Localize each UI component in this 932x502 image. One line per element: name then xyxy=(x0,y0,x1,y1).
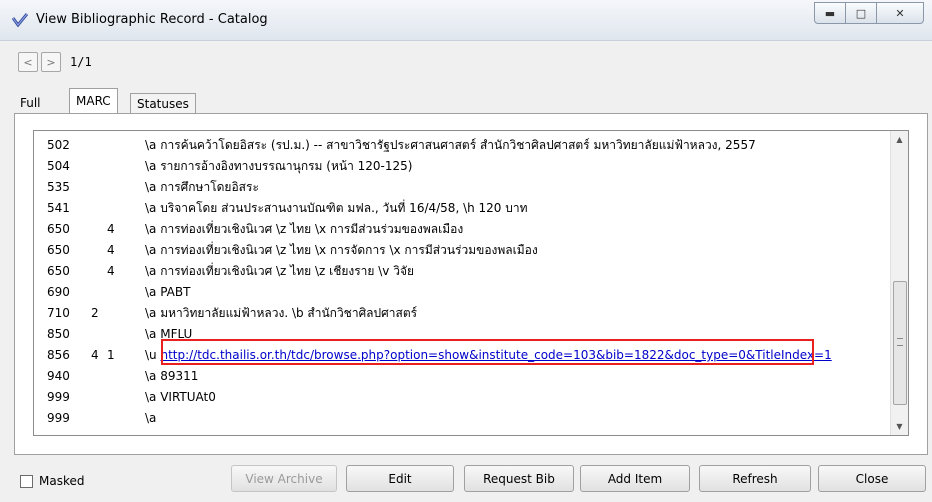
refresh-button[interactable]: Refresh xyxy=(699,465,811,492)
marc-tag: 850 xyxy=(47,327,70,341)
marc-row[interactable]: 650 4 \a การท่องเที่ยวเชิงนิเวศ \z ไทย \z … xyxy=(34,261,884,282)
edit-button[interactable]: Edit xyxy=(346,465,454,492)
window-controls: ▬ □ ✕ xyxy=(814,2,924,24)
marc-row[interactable]: 650 4 \a การท่องเที่ยวเชิงนิเวศ \z ไทย \x … xyxy=(34,219,884,240)
marc-row[interactable]: 535 \a การศึกษาโดยอิสระ xyxy=(34,177,884,198)
minimize-button[interactable]: ▬ xyxy=(814,2,846,24)
close-icon: ✕ xyxy=(895,6,905,20)
marc-indicator-2: 1 xyxy=(107,348,115,362)
triangle-down-icon: ▼ xyxy=(896,422,903,431)
marc-tag: 940 xyxy=(47,369,70,383)
window-title: View Bibliographic Record - Catalog xyxy=(36,12,268,27)
close-button[interactable]: Close xyxy=(818,465,926,492)
marc-indicator-1: 2 xyxy=(91,306,99,320)
marc-value: \a การค้นคว้าโดยอิสระ (รป.ม.) -- สาขาวิช… xyxy=(145,138,756,152)
marc-indicator-2: 4 xyxy=(107,243,115,257)
marc-tag: 541 xyxy=(47,201,70,215)
masked-label: Masked xyxy=(39,474,85,488)
marc-indicator-1: 4 xyxy=(91,348,99,362)
chevron-left-icon: < xyxy=(23,55,33,69)
minimize-icon: ▬ xyxy=(824,6,836,20)
marc-tag: 502 xyxy=(47,138,70,152)
marc-row[interactable]: 541 \a บริจาคโดย ส่วนประสานงานบัณฑิต มฟล.… xyxy=(34,198,884,219)
tab-marc[interactable]: MARC xyxy=(69,88,118,115)
marc-tag: 504 xyxy=(47,159,70,173)
app-check-icon xyxy=(12,13,28,27)
marc-row[interactable]: 999 \a VIRTUAt0 xyxy=(34,387,884,408)
vertical-scrollbar[interactable]: ▲ ▼ xyxy=(890,131,908,435)
scroll-up-button[interactable]: ▲ xyxy=(891,131,908,148)
marc-tag: 650 xyxy=(47,264,70,278)
marc-row[interactable]: 710 2 \a มหาวิทยาลัยแม่ฟ้าหลวง. \b สำนักวิ… xyxy=(34,303,884,324)
marc-row[interactable]: 856 4 1 \u http://tdc.thailis.or.th/tdc/bro… xyxy=(34,345,884,366)
marc-tag: 710 xyxy=(47,306,70,320)
marc-tag: 999 xyxy=(47,390,70,404)
marc-row[interactable]: 504 \a รายการอ้างอิงทางบรรณานุกรม (หน้า 1… xyxy=(34,156,884,177)
marc-row[interactable]: 650 4 \a การท่องเที่ยวเชิงนิเวศ \z ไทย \x … xyxy=(34,240,884,261)
title-bar: View Bibliographic Record - Catalog ▬ □ … xyxy=(0,0,932,41)
marc-tag: 999 xyxy=(47,411,70,425)
marc-tag: 650 xyxy=(47,222,70,236)
marc-value: \u http://tdc.thailis.or.th/tdc/browse.p… xyxy=(145,345,832,366)
masked-checkbox-group[interactable]: Masked xyxy=(20,474,84,488)
maximize-button[interactable]: □ xyxy=(845,2,877,24)
marc-value: \a การท่องเที่ยวเชิงนิเวศ \z ไทย \x การจ… xyxy=(145,243,538,257)
tab-statuses[interactable]: Statuses xyxy=(130,93,196,114)
chevron-right-icon: > xyxy=(46,55,56,69)
marc-value: \a รายการอ้างอิงทางบรรณานุกรม (หน้า 120-… xyxy=(145,159,413,173)
maximize-icon: □ xyxy=(855,6,867,20)
add-item-button[interactable]: Add Item xyxy=(580,465,690,492)
marc-value: \a xyxy=(145,411,157,425)
marc-row[interactable]: 940 \a 89311 xyxy=(34,366,884,387)
marc-tag: 690 xyxy=(47,285,70,299)
marc-value: \a PABT xyxy=(145,285,191,299)
subfield-code: \u xyxy=(145,348,161,362)
marc-value: \a มหาวิทยาลัยแม่ฟ้าหลวง. \b สำนักวิชาศิ… xyxy=(145,306,418,320)
record-url-link[interactable]: http://tdc.thailis.or.th/tdc/browse.php?… xyxy=(160,348,831,362)
marc-row[interactable]: 690 \a PABT xyxy=(34,282,884,303)
marc-value: \a 89311 xyxy=(145,369,199,383)
marc-value: \a บริจาคโดย ส่วนประสานงานบัณฑิต มฟล., ว… xyxy=(145,201,528,215)
marc-value: \a VIRTUAt0 xyxy=(145,390,216,404)
scroll-thumb[interactable] xyxy=(893,281,907,405)
marc-tag: 535 xyxy=(47,180,70,194)
marc-value: \a การท่องเที่ยวเชิงนิเวศ \z ไทย \x การม… xyxy=(145,222,464,236)
view-archive-button[interactable]: View Archive xyxy=(231,465,337,492)
marc-record-list[interactable]: 502 \a การค้นคว้าโดยอิสระ (รป.ม.) -- สาขา… xyxy=(33,130,909,436)
marc-tag: 856 xyxy=(47,348,70,362)
marc-row[interactable]: 502 \a การค้นคว้าโดยอิสระ (รป.ม.) -- สาขา… xyxy=(34,135,884,156)
close-window-button[interactable]: ✕ xyxy=(876,2,924,24)
page-info: 1/1 xyxy=(70,55,92,69)
request-bib-button[interactable]: Request Bib xyxy=(464,465,574,492)
marc-row[interactable]: 850 \a MFLU xyxy=(34,324,884,345)
marc-value: \a การท่องเที่ยวเชิงนิเวศ \z ไทย \z เชีย… xyxy=(145,264,415,278)
marc-tag: 650 xyxy=(47,243,70,257)
record-navigation: < > 1/1 xyxy=(18,52,92,72)
grip-icon xyxy=(897,338,903,346)
scroll-down-button[interactable]: ▼ xyxy=(891,418,908,435)
marc-indicator-2: 4 xyxy=(107,222,115,236)
marc-value: \a MFLU xyxy=(145,327,193,341)
marc-panel: 502 \a การค้นคว้าโดยอิสระ (รป.ม.) -- สาขา… xyxy=(14,113,928,455)
marc-row[interactable]: 999 \a xyxy=(34,408,884,429)
tab-full[interactable]: Full xyxy=(14,93,47,113)
marc-indicator-2: 4 xyxy=(107,264,115,278)
marc-value: \a การศึกษาโดยอิสระ xyxy=(145,180,259,194)
next-record-button[interactable]: > xyxy=(41,52,61,72)
masked-checkbox[interactable] xyxy=(20,474,33,488)
triangle-up-icon: ▲ xyxy=(896,135,903,144)
prev-record-button[interactable]: < xyxy=(18,52,38,72)
